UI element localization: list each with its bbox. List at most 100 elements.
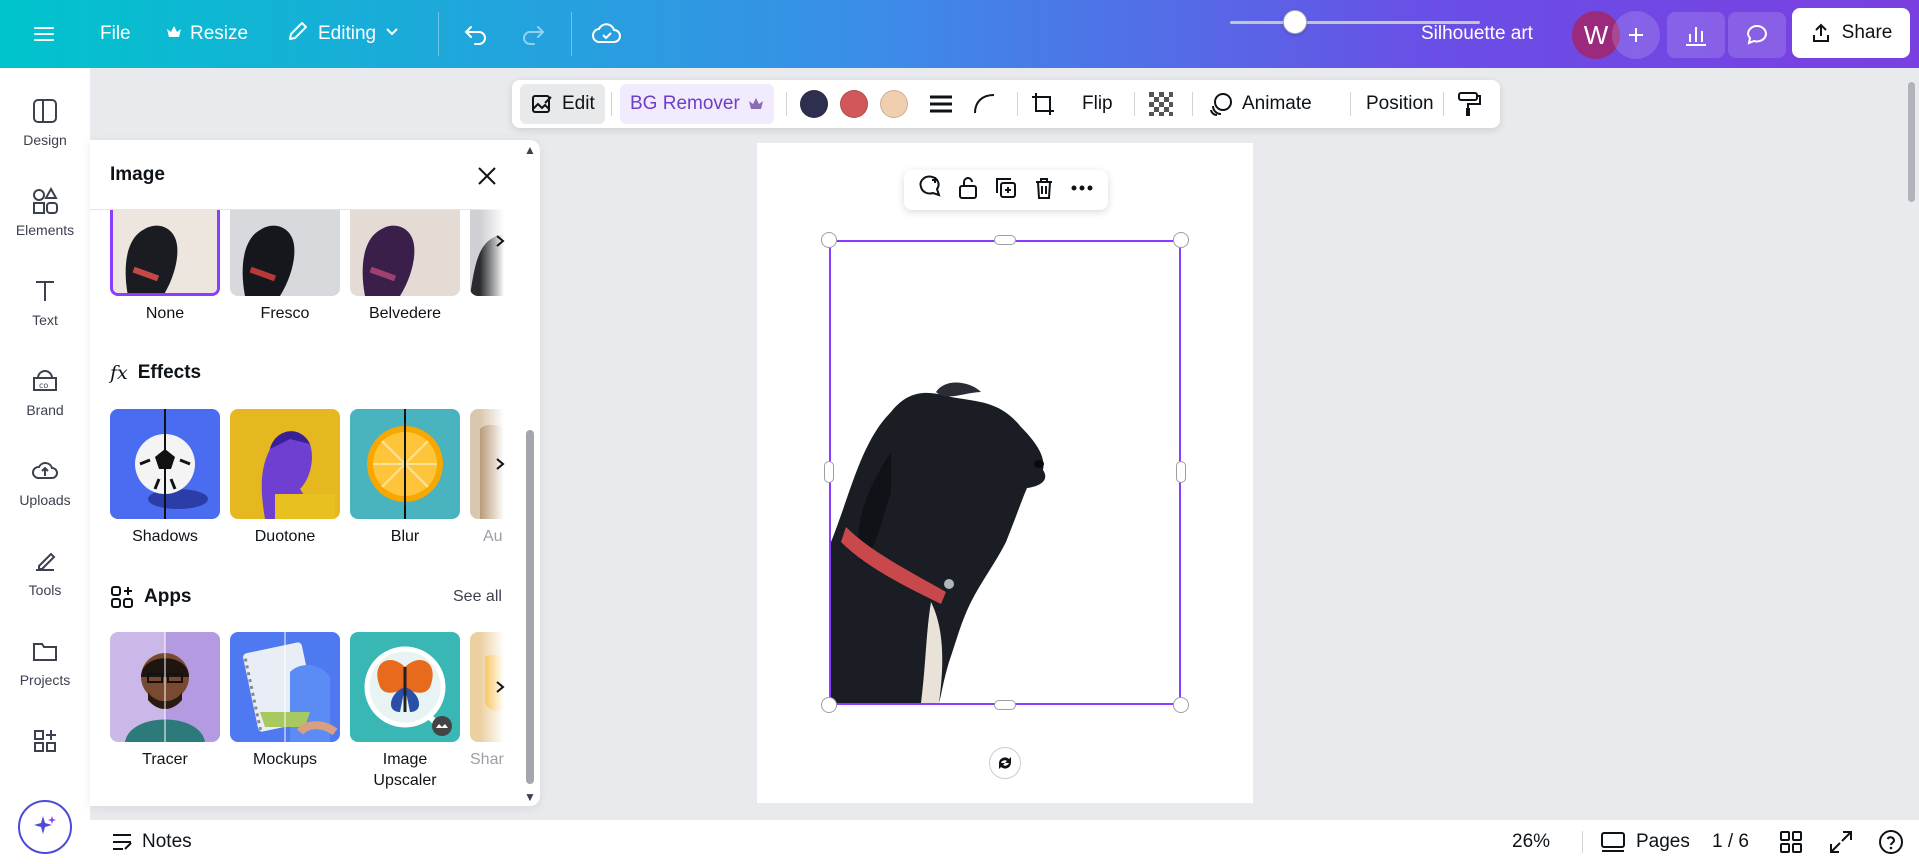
pages-button[interactable]: Pages bbox=[1600, 820, 1690, 864]
fullscreen-button[interactable] bbox=[1828, 829, 1854, 860]
color-swatch[interactable] bbox=[880, 90, 908, 118]
transparency-button[interactable] bbox=[1148, 84, 1174, 124]
effect-duotone-thumb[interactable] bbox=[230, 409, 340, 519]
scroll-up-arrow[interactable]: ▲ bbox=[524, 143, 536, 157]
grid-view-button[interactable] bbox=[1778, 829, 1804, 860]
crown-icon bbox=[748, 98, 763, 109]
design-title[interactable]: Silhouette art bbox=[1421, 0, 1533, 68]
copy-style-button[interactable] bbox=[1456, 84, 1482, 124]
filters-next-button[interactable] bbox=[480, 186, 520, 296]
apps-icon bbox=[34, 730, 56, 752]
delete-button[interactable] bbox=[1032, 175, 1056, 206]
rail-item-uploads[interactable]: Uploads bbox=[0, 456, 90, 536]
rotate-handle[interactable] bbox=[989, 747, 1021, 779]
border-weight-icon bbox=[930, 95, 952, 113]
filter-belvedere-thumb[interactable] bbox=[350, 210, 460, 296]
lock-icon bbox=[958, 176, 977, 199]
bg-remover-button[interactable]: BG Remover bbox=[620, 84, 774, 124]
apps-next-button[interactable] bbox=[480, 632, 520, 742]
resize-handle-bottom-right[interactable] bbox=[1173, 697, 1189, 713]
filter-fresco-thumb[interactable] bbox=[230, 210, 340, 296]
rail-item-design[interactable]: Design bbox=[0, 96, 90, 176]
add-comment-button[interactable] bbox=[917, 175, 943, 206]
hamburger-icon[interactable] bbox=[22, 12, 66, 56]
rotate-icon bbox=[999, 757, 1011, 769]
crown-icon bbox=[166, 23, 182, 45]
duplicate-button[interactable] bbox=[993, 175, 1019, 206]
lock-button[interactable] bbox=[956, 175, 980, 206]
design-title-text: Silhouette art bbox=[1421, 23, 1533, 44]
filter-label: Belvedere bbox=[368, 305, 442, 322]
pages-icon bbox=[1601, 832, 1625, 852]
help-icon bbox=[1879, 830, 1903, 854]
resize-handle-top-left[interactable] bbox=[821, 232, 837, 248]
rail-item-text[interactable]: Text bbox=[0, 276, 90, 356]
rail-item-projects[interactable]: Projects bbox=[0, 636, 90, 716]
corner-rounding-icon bbox=[974, 94, 995, 114]
animate-button[interactable]: Animate bbox=[1208, 84, 1312, 124]
file-menu[interactable]: File bbox=[100, 0, 131, 68]
insights-button[interactable] bbox=[1667, 12, 1725, 58]
app-image-upscaler-thumb[interactable] bbox=[350, 632, 460, 742]
rail-item-elements[interactable]: Elements bbox=[0, 186, 90, 266]
crop-button[interactable] bbox=[1030, 84, 1056, 124]
resize-handle-top[interactable] bbox=[994, 235, 1016, 245]
position-button[interactable]: Position bbox=[1354, 84, 1446, 124]
rail-item-apps[interactable] bbox=[0, 726, 90, 806]
effects-header: fx Effects bbox=[110, 362, 201, 384]
redo-button[interactable] bbox=[511, 12, 555, 56]
corner-rounding-button[interactable] bbox=[972, 84, 998, 124]
color-swatch[interactable] bbox=[800, 90, 828, 118]
divider bbox=[611, 92, 612, 116]
effect-shadows-thumb[interactable] bbox=[110, 409, 220, 519]
share-button[interactable]: Share bbox=[1792, 8, 1910, 58]
add-collaborator-button[interactable] bbox=[1612, 11, 1660, 59]
resize-handle-top-right[interactable] bbox=[1173, 232, 1189, 248]
scroll-down-arrow[interactable]: ▼ bbox=[524, 790, 536, 804]
effect-blur-thumb[interactable] bbox=[350, 409, 460, 519]
resize-handle-bottom[interactable] bbox=[994, 700, 1016, 710]
canvas-scrollbar[interactable] bbox=[1908, 82, 1915, 202]
trash-icon bbox=[1036, 177, 1053, 199]
undo-button[interactable] bbox=[454, 12, 498, 56]
resize-button[interactable]: Resize bbox=[166, 0, 248, 68]
flip-button[interactable]: Flip bbox=[1082, 84, 1113, 124]
color-swatch[interactable] bbox=[840, 90, 868, 118]
app-label: Image Upscaler bbox=[373, 751, 437, 789]
divider bbox=[786, 92, 787, 116]
zoom-slider-thumb[interactable] bbox=[1283, 10, 1307, 34]
comments-button[interactable] bbox=[1728, 12, 1786, 58]
app-tracer-thumb[interactable] bbox=[110, 632, 220, 742]
help-button[interactable] bbox=[1878, 829, 1904, 860]
see-all-link[interactable]: See all bbox=[453, 588, 502, 606]
notes-button[interactable]: Notes bbox=[110, 820, 192, 864]
page-indicator[interactable]: 1 / 6 bbox=[1712, 820, 1749, 864]
zoom-slider-track[interactable] bbox=[1230, 21, 1480, 24]
design-icon bbox=[33, 99, 57, 123]
editing-mode-button[interactable]: Editing bbox=[286, 0, 400, 68]
divider bbox=[1350, 92, 1351, 116]
more-options-button[interactable] bbox=[1069, 175, 1095, 206]
share-label: Share bbox=[1841, 22, 1893, 43]
file-label: File bbox=[100, 23, 131, 44]
effects-next-button[interactable] bbox=[480, 409, 520, 519]
rail-item-brand[interactable]: co Brand bbox=[0, 366, 90, 446]
magic-assistant-button[interactable] bbox=[18, 800, 72, 854]
plus-icon bbox=[1629, 28, 1643, 42]
resize-handle-right[interactable] bbox=[1176, 461, 1186, 483]
notes-icon bbox=[113, 834, 132, 850]
panel-scrollbar[interactable] bbox=[526, 430, 534, 784]
resize-handle-bottom-left[interactable] bbox=[821, 697, 837, 713]
zoom-value: 26% bbox=[1512, 831, 1551, 852]
sparkle-icon bbox=[34, 816, 56, 834]
zoom-level[interactable]: 26% bbox=[1512, 820, 1550, 864]
border-style-button[interactable] bbox=[928, 84, 954, 124]
cloud-save-button[interactable] bbox=[585, 12, 629, 56]
edit-image-button[interactable]: Edit bbox=[520, 84, 605, 124]
app-mockups-thumb[interactable] bbox=[230, 632, 340, 742]
resize-handle-left[interactable] bbox=[824, 461, 834, 483]
selection-box bbox=[829, 240, 1181, 705]
filter-none-thumb[interactable] bbox=[110, 210, 220, 296]
rail-item-tools[interactable]: Tools bbox=[0, 546, 90, 626]
effect-label: Blur bbox=[390, 528, 420, 545]
